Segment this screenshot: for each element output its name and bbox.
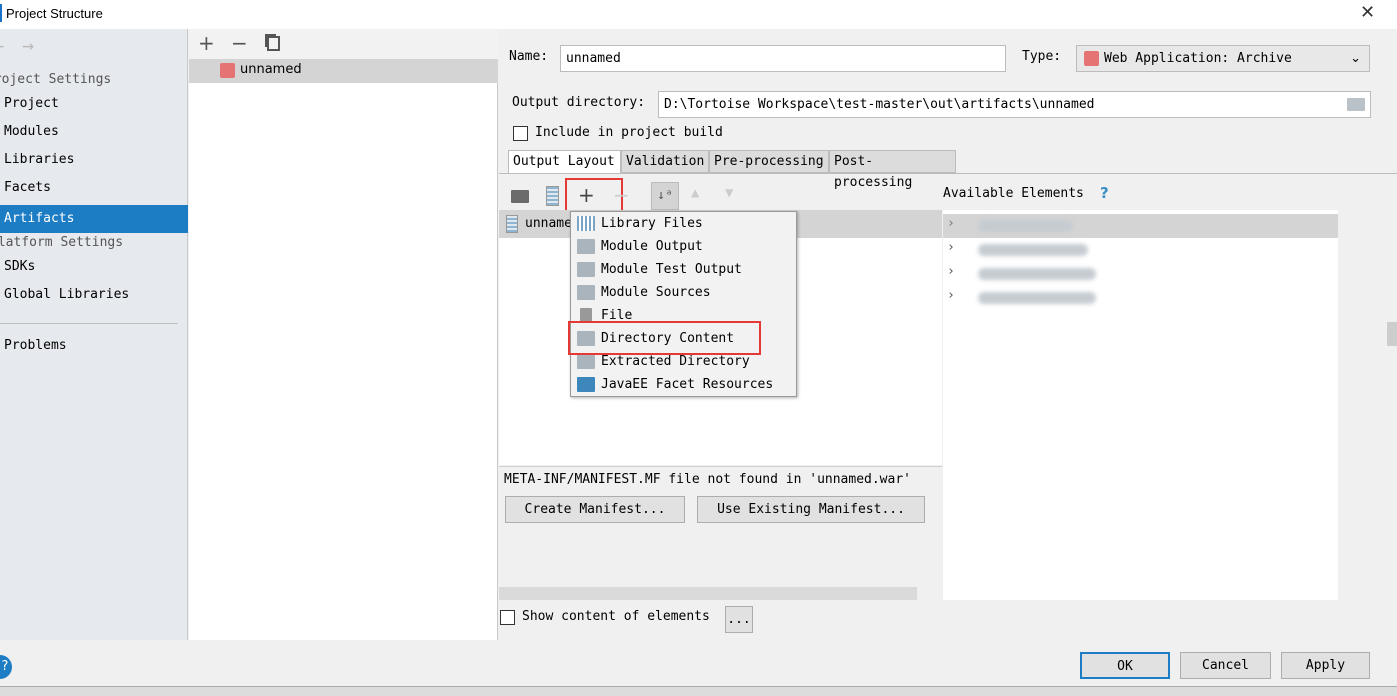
war-icon — [1084, 51, 1099, 66]
new-folder-icon[interactable] — [511, 190, 529, 203]
close-icon[interactable]: ✕ — [1360, 2, 1375, 23]
sidebar-item-project[interactable]: Project — [0, 90, 188, 118]
menu-item-label: Module Sources — [601, 285, 711, 300]
remove-element-icon[interactable]: − — [613, 183, 630, 207]
artifact-toolbar: + − — [189, 29, 498, 59]
available-elements-tree: › › › › — [943, 210, 1338, 600]
menu-item-label: Module Output — [601, 239, 703, 254]
show-content-checkbox[interactable] — [500, 610, 515, 625]
javaee-icon — [577, 377, 595, 392]
title-bar: Project Structure ✕ — [0, 0, 1397, 29]
copy-icon[interactable] — [267, 36, 280, 51]
sidebar-item-sdks[interactable]: SDKs — [0, 253, 188, 281]
project-settings-header: Project Settings — [0, 72, 112, 87]
chevron-down-icon: ⌄ — [1350, 51, 1361, 66]
highlight-box — [568, 321, 761, 355]
available-element-row[interactable]: › — [943, 238, 1338, 262]
tab-post-processing[interactable]: Post-processing — [829, 150, 956, 190]
archive-icon[interactable] — [546, 186, 559, 206]
chevron-right-icon[interactable]: › — [947, 288, 955, 303]
forward-arrow-icon[interactable]: → — [22, 33, 34, 57]
add-element-menu: Library Files Module Output Module Test … — [570, 211, 797, 397]
menu-item-label: Library Files — [601, 216, 703, 231]
sidebar-item-libraries[interactable]: Libraries — [0, 146, 188, 174]
type-label: Type: — [1022, 49, 1062, 64]
ok-button[interactable]: OK — [1080, 652, 1170, 679]
artifact-item[interactable]: unnamed — [189, 59, 498, 83]
help-icon: ? — [1, 659, 9, 674]
folder-browse-icon[interactable] — [1347, 98, 1365, 111]
artifact-list: + − unnamed — [189, 29, 498, 640]
sort-icon[interactable]: ↓ᵃ — [651, 182, 679, 210]
include-in-build-label: Include in project build — [535, 125, 723, 140]
sidebar-item-global-libraries[interactable]: Global Libraries — [0, 281, 188, 309]
available-element-row[interactable]: › — [943, 214, 1338, 238]
extract-icon — [577, 354, 595, 369]
help-icon[interactable]: ? — [1100, 184, 1109, 202]
menu-item-label: Extracted Directory — [601, 354, 750, 369]
divider — [499, 173, 1397, 174]
menu-item-module-sources[interactable]: Module Sources — [571, 281, 796, 304]
menu-item-library-files[interactable]: Library Files — [571, 212, 796, 235]
menu-item-label: Module Test Output — [601, 262, 742, 277]
artifact-label: unnamed — [240, 62, 302, 77]
output-directory-input[interactable] — [658, 91, 1371, 118]
type-value: Web Application: Archive — [1104, 51, 1292, 66]
divider — [0, 323, 178, 324]
name-label: Name: — [509, 49, 549, 64]
show-content-label: Show content of elements — [522, 609, 710, 624]
available-element-row[interactable]: › — [943, 286, 1338, 310]
cancel-button[interactable]: Cancel — [1180, 652, 1271, 679]
create-manifest-button[interactable]: Create Manifest... — [505, 496, 685, 523]
sidebar-item-modules[interactable]: Modules — [0, 118, 188, 146]
library-icon — [577, 216, 595, 231]
window-title: Project Structure — [6, 6, 103, 21]
menu-item-javaee-facet-resources[interactable]: JavaEE Facet Resources — [571, 373, 796, 396]
tab-output-layout[interactable]: Output Layout — [508, 150, 621, 173]
taskbar-edge — [0, 686, 1397, 696]
add-icon[interactable]: + — [198, 31, 215, 55]
remove-icon[interactable]: − — [231, 31, 248, 55]
apply-button[interactable]: Apply — [1281, 652, 1370, 679]
include-in-build-checkbox[interactable] — [513, 126, 528, 141]
available-elements-label: Available Elements — [943, 186, 1084, 201]
sidebar: ← → Project Settings Project Modules Lib… — [0, 29, 188, 640]
platform-settings-header: Platform Settings — [0, 235, 124, 250]
use-existing-manifest-button[interactable]: Use Existing Manifest... — [697, 496, 925, 523]
module-folder-icon — [577, 239, 595, 254]
sidebar-item-facets[interactable]: Facets — [0, 174, 188, 202]
tab-pre-processing[interactable]: Pre-processing — [709, 150, 829, 173]
app-icon — [0, 4, 2, 22]
name-input[interactable] — [560, 45, 1006, 72]
available-element-row[interactable]: › — [943, 262, 1338, 286]
war-artifact-icon — [220, 63, 235, 78]
test-folder-icon — [577, 262, 595, 277]
horizontal-scrollbar[interactable] — [499, 587, 917, 600]
menu-item-label: JavaEE Facet Resources — [601, 377, 774, 392]
chevron-right-icon[interactable]: › — [947, 240, 955, 255]
source-folder-icon — [577, 285, 595, 300]
archive-icon — [506, 215, 518, 233]
output-directory-label: Output directory: — [512, 95, 646, 110]
manifest-warning: META-INF/MANIFEST.MF file not found in '… — [504, 472, 911, 487]
add-element-icon[interactable]: + — [578, 183, 595, 207]
divider — [499, 466, 942, 467]
type-select[interactable]: Web Application: Archive ⌄ — [1076, 45, 1370, 72]
menu-item-module-output[interactable]: Module Output — [571, 235, 796, 258]
sidebar-item-problems[interactable]: Problems — [0, 332, 188, 360]
chevron-right-icon[interactable]: › — [947, 216, 955, 231]
ellipsis-button[interactable]: ... — [725, 606, 753, 633]
back-arrow-icon[interactable]: ← — [0, 33, 4, 57]
menu-item-module-test-output[interactable]: Module Test Output — [571, 258, 796, 281]
move-down-icon[interactable]: ▼ — [725, 185, 733, 201]
help-button[interactable]: ? — [0, 655, 12, 679]
scrollbar[interactable] — [1387, 322, 1397, 346]
sidebar-item-artifacts[interactable]: Artifacts — [0, 205, 188, 233]
chevron-right-icon[interactable]: › — [947, 264, 955, 279]
move-up-icon[interactable]: ▲ — [691, 185, 699, 201]
tab-validation[interactable]: Validation — [621, 150, 709, 173]
